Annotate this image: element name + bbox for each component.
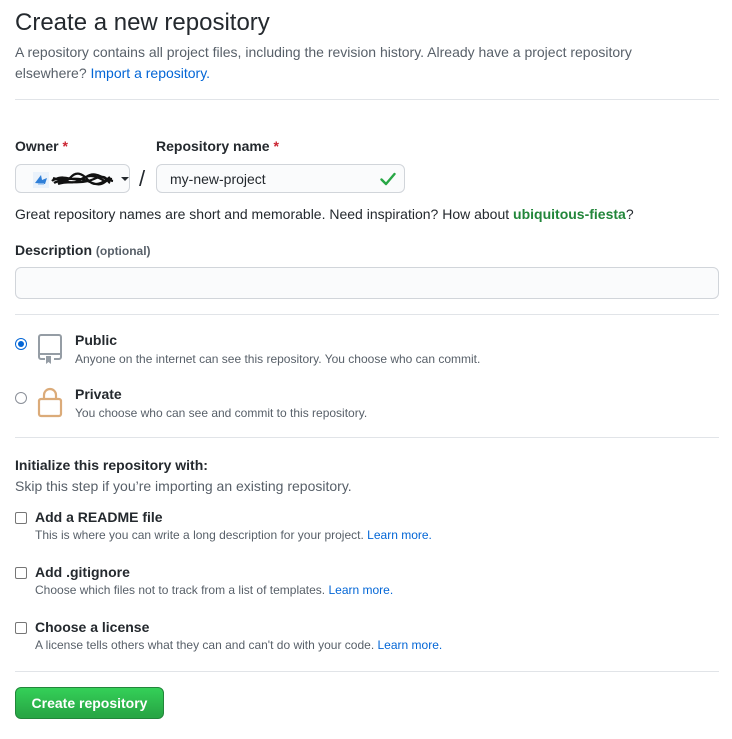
readme-description-text: This is where you can write a long descr… — [35, 528, 364, 542]
gitignore-option-description: Choose which files not to track from a l… — [35, 583, 393, 597]
license-description-text: A license tells others what they can and… — [35, 638, 375, 652]
repository-name-value: my-new-project — [170, 171, 266, 187]
repo-icon — [38, 334, 62, 364]
owner-name-redacted — [51, 172, 114, 186]
page-subtitle: A repository contains all project files,… — [15, 42, 705, 84]
owner-label: Owner * — [15, 138, 68, 154]
lock-icon — [37, 387, 63, 418]
import-repository-link[interactable]: Import a repository. — [91, 65, 211, 81]
gitignore-learn-more-link[interactable]: Learn more. — [328, 583, 393, 597]
initialize-title: Initialize this repository with: — [15, 457, 208, 473]
private-radio[interactable] — [15, 392, 27, 404]
gitignore-description-text: Choose which files not to track from a l… — [35, 583, 326, 597]
create-repository-button[interactable]: Create repository — [15, 687, 164, 719]
gitignore-option-title: Add .gitignore — [35, 564, 130, 580]
license-option-description: A license tells others what they can and… — [35, 638, 442, 652]
readme-option-description: This is where you can write a long descr… — [35, 528, 432, 542]
initialize-subtitle: Skip this step if you’re importing an ex… — [15, 478, 352, 494]
public-option-description: Anyone on the internet can see this repo… — [75, 352, 481, 366]
readme-learn-more-link[interactable]: Learn more. — [367, 528, 432, 542]
divider — [15, 314, 719, 315]
owner-label-text: Owner — [15, 138, 59, 154]
check-icon — [380, 172, 396, 186]
repository-name-label: Repository name * — [156, 138, 279, 154]
description-label-text: Description — [15, 242, 93, 258]
owner-avatar-icon — [33, 172, 49, 188]
chevron-down-icon — [121, 177, 129, 181]
divider — [15, 671, 719, 672]
divider — [15, 437, 719, 438]
license-learn-more-link[interactable]: Learn more. — [378, 638, 443, 652]
owner-repo-separator: / — [139, 166, 146, 191]
gitignore-checkbox[interactable] — [15, 567, 27, 579]
repository-name-label-text: Repository name — [156, 138, 270, 154]
owner-select[interactable] — [15, 164, 130, 193]
hint-suffix: ? — [625, 206, 634, 222]
private-option-title: Private — [75, 386, 122, 402]
required-mark: * — [273, 138, 279, 154]
public-radio[interactable] — [15, 338, 27, 350]
description-label: Description (optional) — [15, 242, 151, 258]
divider — [15, 99, 719, 100]
hint-text: Great repository names are short and mem… — [15, 206, 510, 222]
optional-label: (optional) — [95, 244, 151, 258]
repository-name-hint: Great repository names are short and mem… — [15, 206, 634, 222]
required-mark: * — [62, 138, 68, 154]
suggested-name[interactable]: ubiquitous-fiesta — [513, 206, 626, 222]
readme-checkbox[interactable] — [15, 512, 27, 524]
description-input[interactable] — [15, 267, 719, 299]
page-title: Create a new repository — [15, 9, 270, 36]
repository-name-input[interactable]: my-new-project — [156, 164, 405, 193]
public-option-title: Public — [75, 332, 118, 348]
license-checkbox[interactable] — [15, 622, 27, 634]
private-option-description: You choose who can see and commit to thi… — [75, 406, 368, 420]
readme-option-title: Add a README file — [35, 509, 163, 525]
license-option-title: Choose a license — [35, 619, 150, 635]
